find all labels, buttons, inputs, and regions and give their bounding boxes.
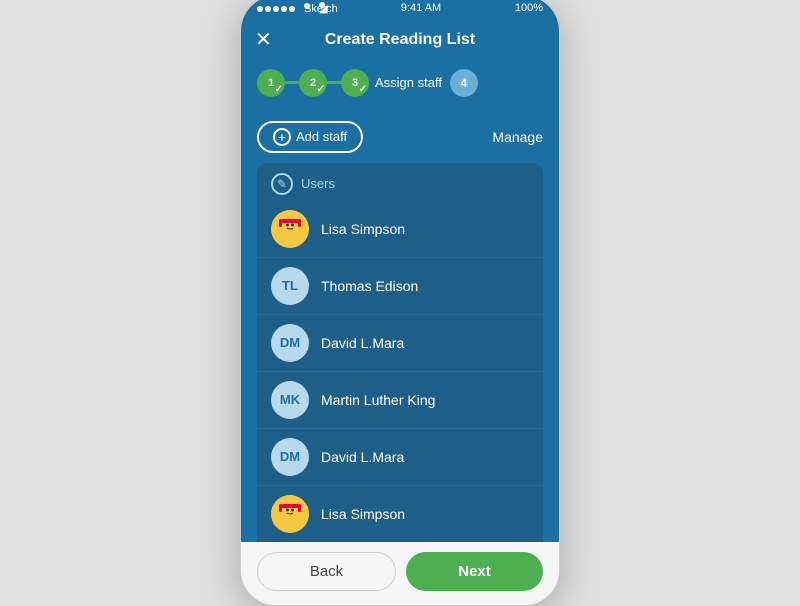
list-item[interactable]: MK Martin Luther King <box>257 372 543 429</box>
list-card: ✎ Users <box>257 163 543 542</box>
user-name: Lisa Simpson <box>321 506 405 522</box>
close-button[interactable]: ✕ <box>255 30 272 50</box>
page-title: Create Reading List <box>325 31 475 49</box>
list-item[interactable]: Lisa Simpson <box>257 201 543 258</box>
user-list: Lisa Simpson TL Thomas Edison DM David L… <box>257 201 543 542</box>
user-name: Thomas Edison <box>321 278 418 294</box>
step-3: 3✓ <box>341 69 369 97</box>
manage-link[interactable]: Manage <box>492 129 543 145</box>
user-name: David L.Mara <box>321 335 404 351</box>
status-bar: Sketch ◢ 9:41 AM 100% <box>241 0 559 21</box>
step-1: 1✓ <box>257 69 285 97</box>
bottom-nav: Back Next <box>241 542 559 605</box>
plus-icon: + <box>273 128 291 146</box>
list-item[interactable]: TL Thomas Edison <box>257 258 543 315</box>
steps-bar: 1✓ 2✓ 3✓ Assign staff 4 <box>241 59 559 111</box>
check-icon-2: ✓ <box>317 84 325 95</box>
next-button[interactable]: Next <box>406 552 543 591</box>
avatar <box>271 210 309 248</box>
list-item[interactable]: DM David L.Mara <box>257 315 543 372</box>
avatar <box>271 495 309 533</box>
phone-frame: Sketch ◢ 9:41 AM 100% ✕ Create Reading L… <box>240 0 560 606</box>
step-assign-area: Assign staff 4 <box>375 69 543 97</box>
avatar: MK <box>271 381 309 419</box>
check-icon-3: ✓ <box>359 84 367 95</box>
user-name: David L.Mara <box>321 449 404 465</box>
title-bar: ✕ Create Reading List <box>241 21 559 59</box>
step-2: 2✓ <box>299 69 327 97</box>
back-button[interactable]: Back <box>257 552 396 591</box>
add-staff-label: Add staff <box>296 129 347 144</box>
step-2-circle: 2✓ <box>299 69 327 97</box>
step-connector-2 <box>327 81 341 84</box>
add-staff-button[interactable]: + Add staff <box>257 121 363 153</box>
battery-label: 100% <box>515 2 543 14</box>
users-label: Users <box>301 176 335 191</box>
action-row: + Add staff Manage <box>257 121 543 153</box>
list-item[interactable]: DM David L.Mara <box>257 429 543 486</box>
signal-dots: Sketch ◢ <box>257 2 327 15</box>
user-name: Martin Luther King <box>321 392 435 408</box>
users-icon: ✎ <box>271 173 293 195</box>
time-label: 9:41 AM <box>401 2 441 14</box>
step-3-circle: 3✓ <box>341 69 369 97</box>
content-area: + Add staff Manage ✎ Users <box>241 111 559 542</box>
step-1-circle: 1✓ <box>257 69 285 97</box>
users-header: ✎ Users <box>257 163 543 201</box>
avatar: DM <box>271 324 309 362</box>
avatar: TL <box>271 267 309 305</box>
wifi-icon: ◢ <box>319 2 325 8</box>
user-name: Lisa Simpson <box>321 221 405 237</box>
app-name-label: Sketch <box>304 3 310 9</box>
avatar: DM <box>271 438 309 476</box>
check-icon: ✓ <box>275 84 283 95</box>
list-item[interactable]: Lisa Simpson <box>257 486 543 542</box>
step-4-circle: 4 <box>450 69 478 97</box>
step-connector-1 <box>285 81 299 84</box>
assign-staff-label: Assign staff <box>375 75 442 90</box>
